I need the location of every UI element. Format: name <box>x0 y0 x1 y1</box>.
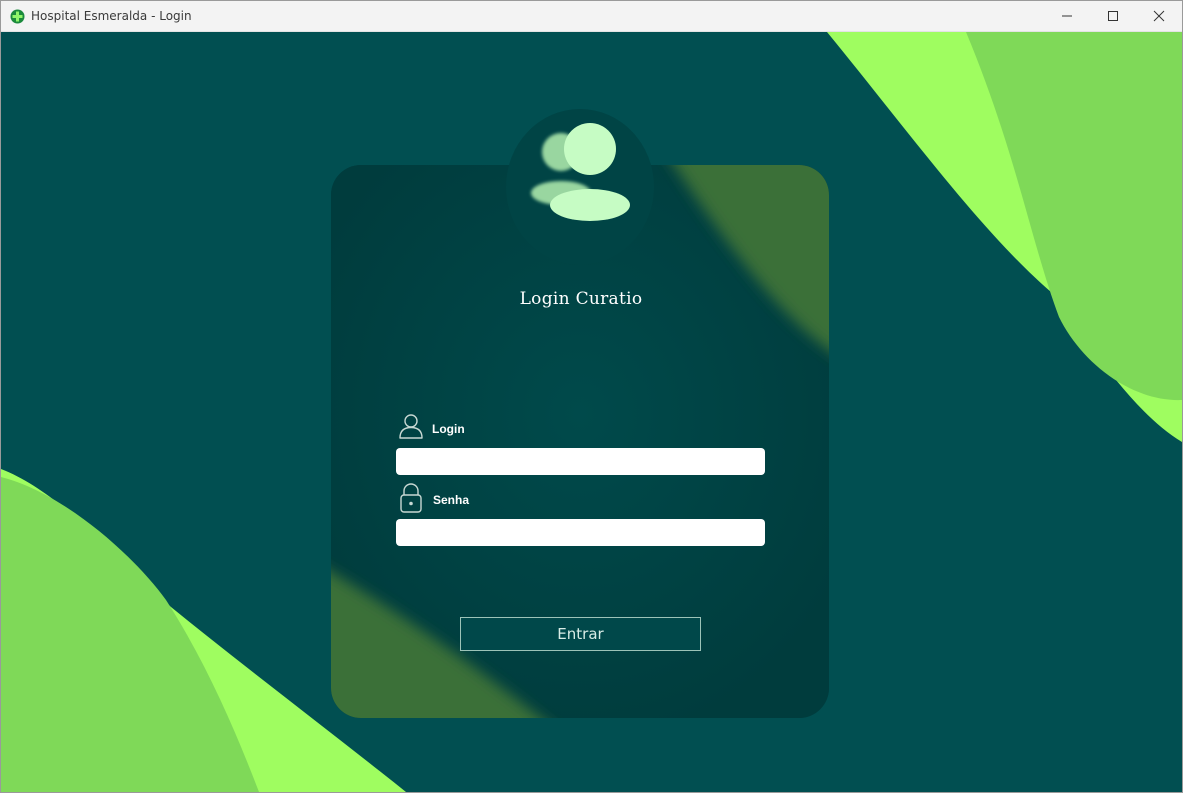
maximize-icon <box>1108 11 1118 21</box>
maximize-button[interactable] <box>1090 1 1136 31</box>
login-label: Login <box>432 422 465 436</box>
minimize-icon <box>1062 15 1072 17</box>
close-button[interactable] <box>1136 1 1182 31</box>
login-title: Login Curatio <box>519 289 643 309</box>
submit-button[interactable]: Entrar <box>460 617 701 651</box>
users-icon <box>506 109 654 265</box>
login-input[interactable] <box>396 448 765 475</box>
close-icon <box>1153 10 1165 22</box>
password-label: Senha <box>433 493 470 507</box>
user-icon <box>399 414 423 439</box>
green-cross-icon <box>10 9 25 24</box>
login-window: Hospital Esmeralda - Login Login Curatio… <box>0 0 1183 793</box>
minimize-button[interactable] <box>1044 1 1090 31</box>
window-title: Hospital Esmeralda - Login <box>31 9 192 23</box>
login-screen: Login Curatio Login Senha Entrar <box>1 32 1182 792</box>
password-input[interactable] <box>396 519 765 546</box>
title-bar[interactable]: Hospital Esmeralda - Login <box>1 1 1182 32</box>
lock-icon <box>400 483 422 513</box>
